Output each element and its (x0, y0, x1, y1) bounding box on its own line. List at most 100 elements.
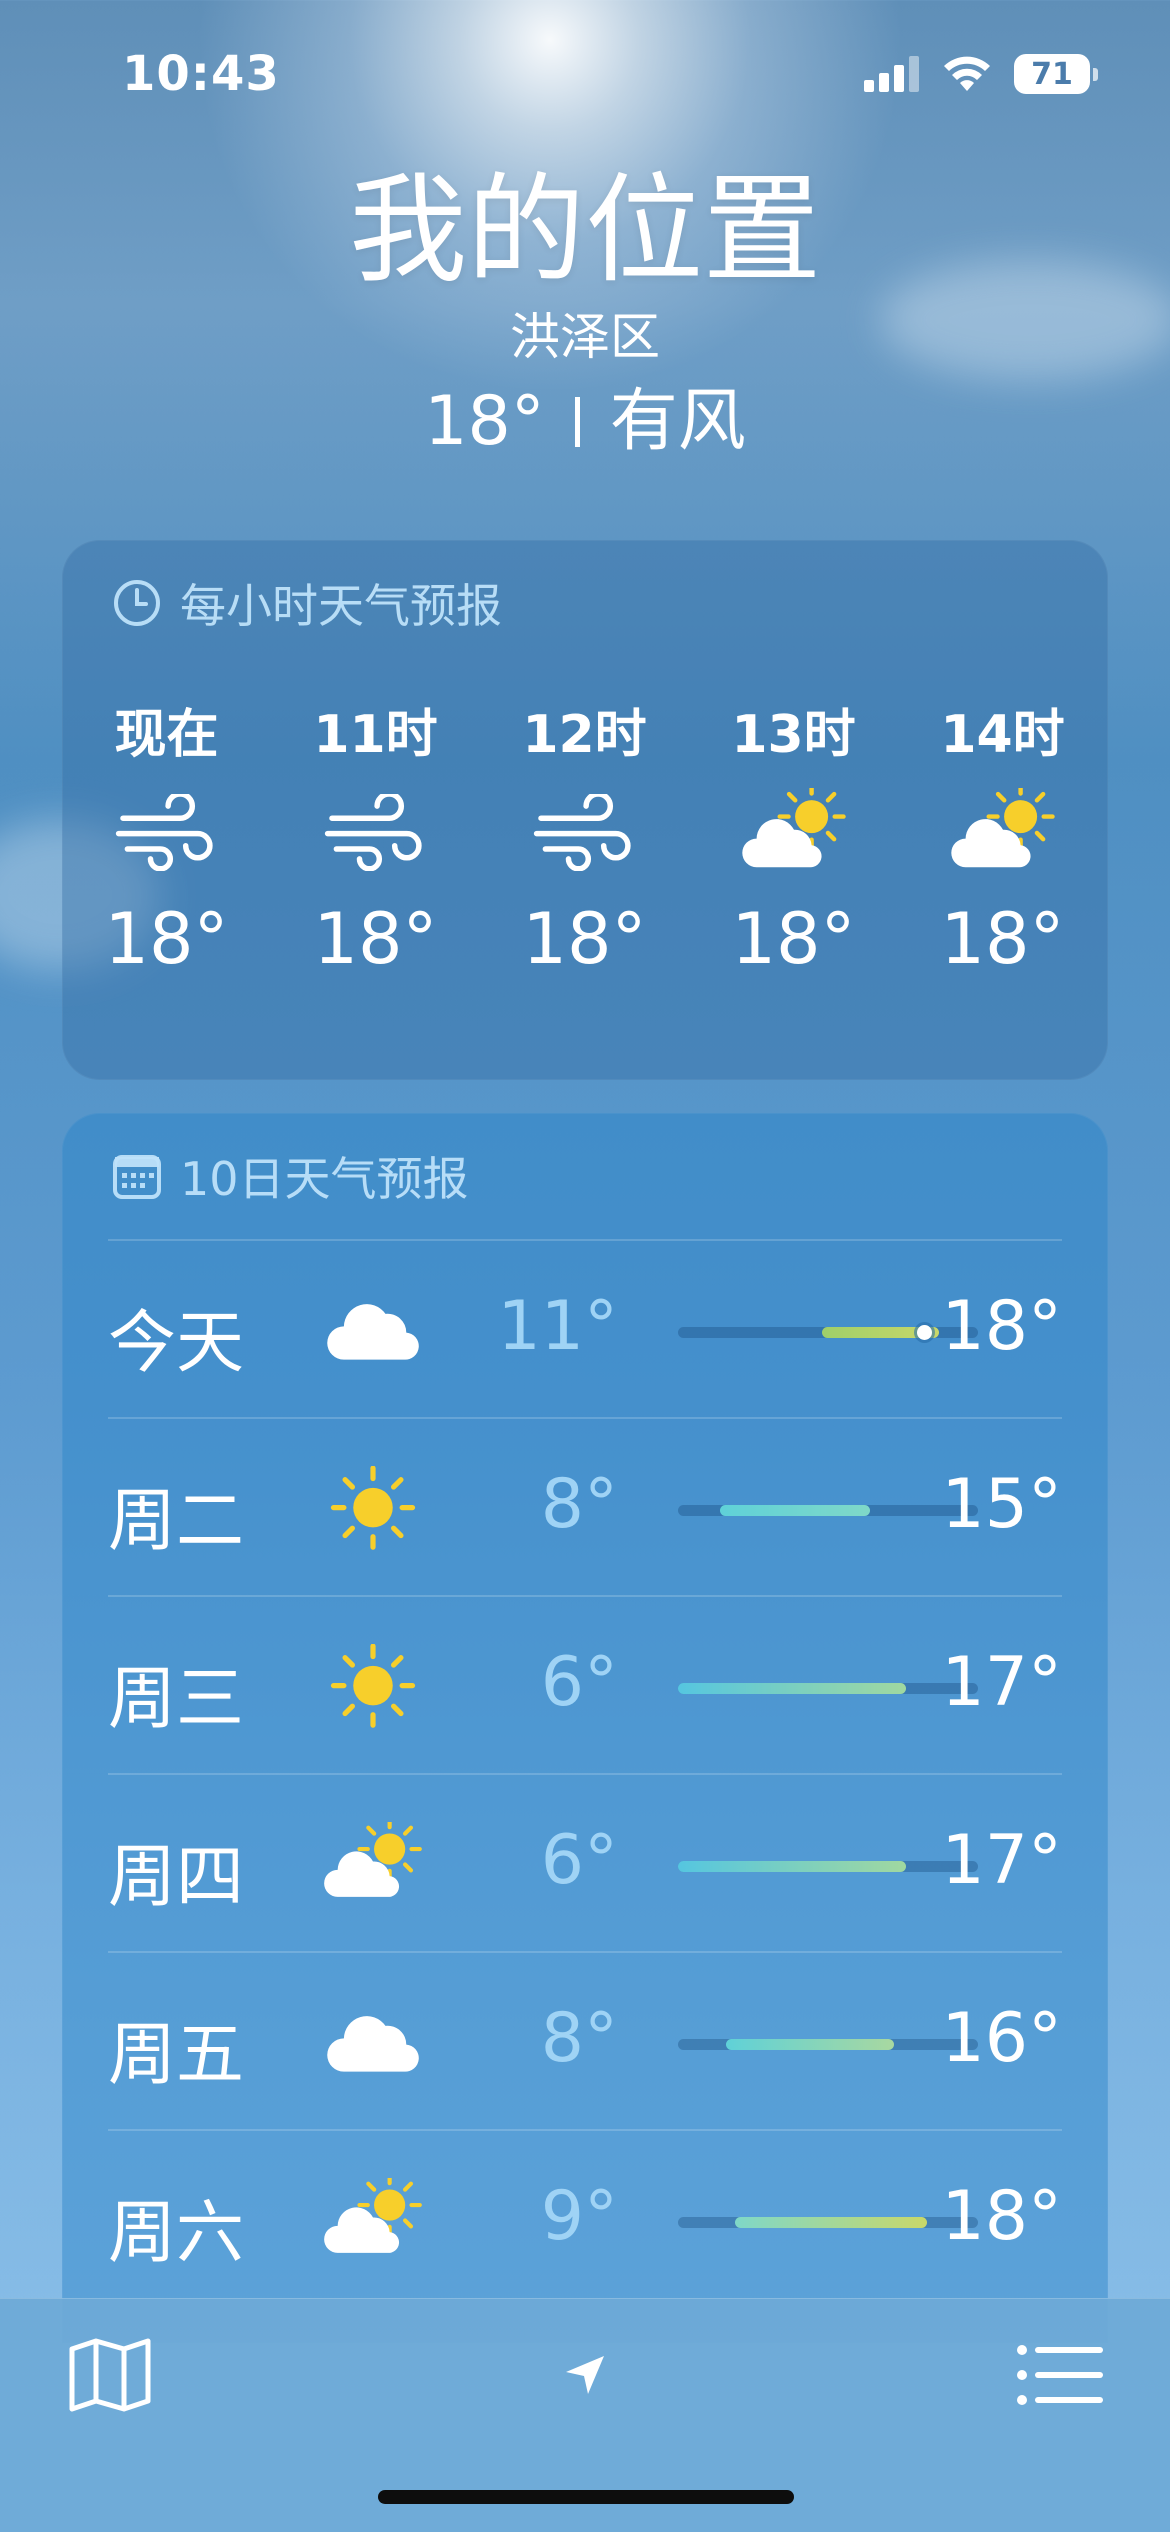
sun-icon (330, 1644, 416, 1728)
day-low-temperature: 8° (540, 1465, 618, 1544)
location-header: 我的位置 洪泽区 18° 有风 (0, 160, 1170, 472)
temperature-range-fill (678, 1861, 906, 1872)
current-temperature: 18° (424, 382, 545, 461)
hour-label: 11时 (313, 705, 438, 765)
day-name: 今天 (108, 1304, 245, 1383)
partly-cloudy-icon (324, 1822, 422, 1898)
city-list-button[interactable] (1010, 2325, 1110, 2425)
hour-temperature: 18° (731, 898, 856, 980)
hour-temperature: 18° (940, 898, 1065, 980)
day-high-temperature: 15° (941, 1465, 1062, 1544)
day-low-temperature: 11° (497, 1287, 618, 1366)
cloud-icon (327, 2016, 419, 2072)
hour-column: 13时 18° (689, 700, 898, 984)
cloud-icon (327, 1304, 419, 1360)
temperature-range-bar (678, 1325, 978, 1340)
day-row[interactable]: 周三 6° 17° (108, 1595, 1062, 1775)
clock-icon (114, 580, 160, 626)
temperature-range-fill (720, 1505, 870, 1516)
hour-column: 12时 18° (480, 700, 689, 984)
day-high-temperature: 18° (941, 2177, 1062, 2256)
hour-temperature: 18° (104, 898, 229, 980)
hour-temperature: 18° (313, 898, 438, 980)
hour-label: 现在 (114, 705, 219, 765)
current-temp-dot (917, 1325, 932, 1340)
hourly-list[interactable]: 现在 18° 11时 18° 12时 18° 13时 18° 14时 18° (62, 700, 1108, 984)
daily-forecast-title: 10日天气预报 (180, 1152, 469, 1206)
day-high-temperature: 16° (941, 1999, 1062, 2078)
status-time: 10:43 (122, 46, 280, 102)
day-low-temperature: 9° (540, 2177, 618, 2256)
location-arrow-icon (566, 2356, 604, 2394)
hour-icon (898, 770, 1107, 894)
day-row[interactable]: 周四 6° 17° (108, 1773, 1062, 1953)
hour-column: 现在 18° (62, 700, 271, 984)
status-bar: 10:43 71 (0, 0, 1170, 150)
location-title: 我的位置 (348, 161, 821, 299)
hour-column: 11时 18° (271, 700, 480, 984)
list-icon (1017, 2345, 1103, 2405)
temperature-range-bar (678, 2217, 978, 2228)
cellular-signal-icon (864, 56, 919, 92)
calendar-icon (113, 1155, 161, 1199)
partly-cloudy-icon (741, 788, 846, 868)
temperature-range-bar (678, 1505, 978, 1516)
temperature-range-bar (678, 2039, 978, 2050)
hour-icon (271, 770, 480, 894)
day-weather-icon (318, 1997, 428, 2087)
day-low-temperature: 6° (540, 1643, 618, 1722)
separator (574, 397, 580, 447)
day-high-temperature: 18° (941, 1287, 1062, 1366)
day-high-temperature: 17° (941, 1643, 1062, 1722)
hour-icon (62, 770, 271, 894)
temperature-range-bar (678, 1861, 978, 1872)
day-high-temperature: 17° (941, 1821, 1062, 1900)
hour-icon (689, 770, 898, 894)
partly-cloudy-icon (324, 2178, 422, 2254)
wind-icon (533, 793, 631, 871)
district-name: 洪泽区 (510, 308, 660, 366)
hour-label: 12时 (522, 705, 647, 765)
day-low-temperature: 6° (540, 1821, 618, 1900)
map-icon (69, 2338, 151, 2412)
location-button[interactable] (535, 2325, 635, 2425)
hour-label: 13时 (731, 705, 856, 765)
status-icons: 71 (864, 54, 1098, 94)
home-indicator (378, 2490, 794, 2504)
day-row[interactable]: 周六 9° 18° (108, 2129, 1062, 2309)
hour-icon (480, 770, 689, 894)
battery-indicator: 71 (1014, 54, 1098, 94)
daily-forecast-card[interactable]: 10日天气预报 今天 11° 18° 周二 8° 15° 周三 6° 17° 周… (62, 1113, 1108, 2343)
temperature-range-fill (735, 2217, 927, 2228)
temperature-range-bar (678, 1683, 978, 1694)
hourly-forecast-title: 每小时天气预报 (180, 579, 502, 633)
day-row[interactable]: 周二 8° 15° (108, 1417, 1062, 1597)
daily-forecast-header: 10日天气预报 (112, 1143, 469, 1209)
day-weather-icon (318, 2175, 428, 2265)
day-name: 周四 (108, 1838, 245, 1917)
day-name: 周五 (108, 2016, 245, 2095)
wifi-icon (944, 56, 990, 91)
sun-icon (330, 1466, 416, 1550)
wind-icon (115, 793, 213, 871)
day-weather-icon (318, 1463, 428, 1553)
day-weather-icon (318, 1285, 428, 1375)
partly-cloudy-icon (950, 788, 1055, 868)
wind-icon (324, 793, 422, 871)
temperature-range-fill (726, 2039, 894, 2050)
map-button[interactable] (60, 2325, 160, 2425)
day-name: 周六 (108, 2194, 245, 2273)
day-weather-icon (318, 1641, 428, 1731)
hourly-forecast-card[interactable]: 每小时天气预报 现在 18° 11时 18° 12时 18° 13时 18° 1… (62, 540, 1108, 1080)
current-conditions: 18° 有风 (0, 372, 1170, 472)
hour-label: 14时 (940, 705, 1065, 765)
day-name: 周三 (108, 1660, 245, 1739)
hour-column: 14时 18° (898, 700, 1107, 984)
day-row[interactable]: 周五 8° 16° (108, 1951, 1062, 2131)
temperature-range-fill (678, 1683, 906, 1694)
day-weather-icon (318, 1819, 428, 1909)
hourly-forecast-header: 每小时天气预报 (112, 570, 502, 636)
day-row[interactable]: 今天 11° 18° (108, 1239, 1062, 1419)
day-low-temperature: 8° (540, 1999, 618, 2078)
hour-temperature: 18° (522, 898, 647, 980)
